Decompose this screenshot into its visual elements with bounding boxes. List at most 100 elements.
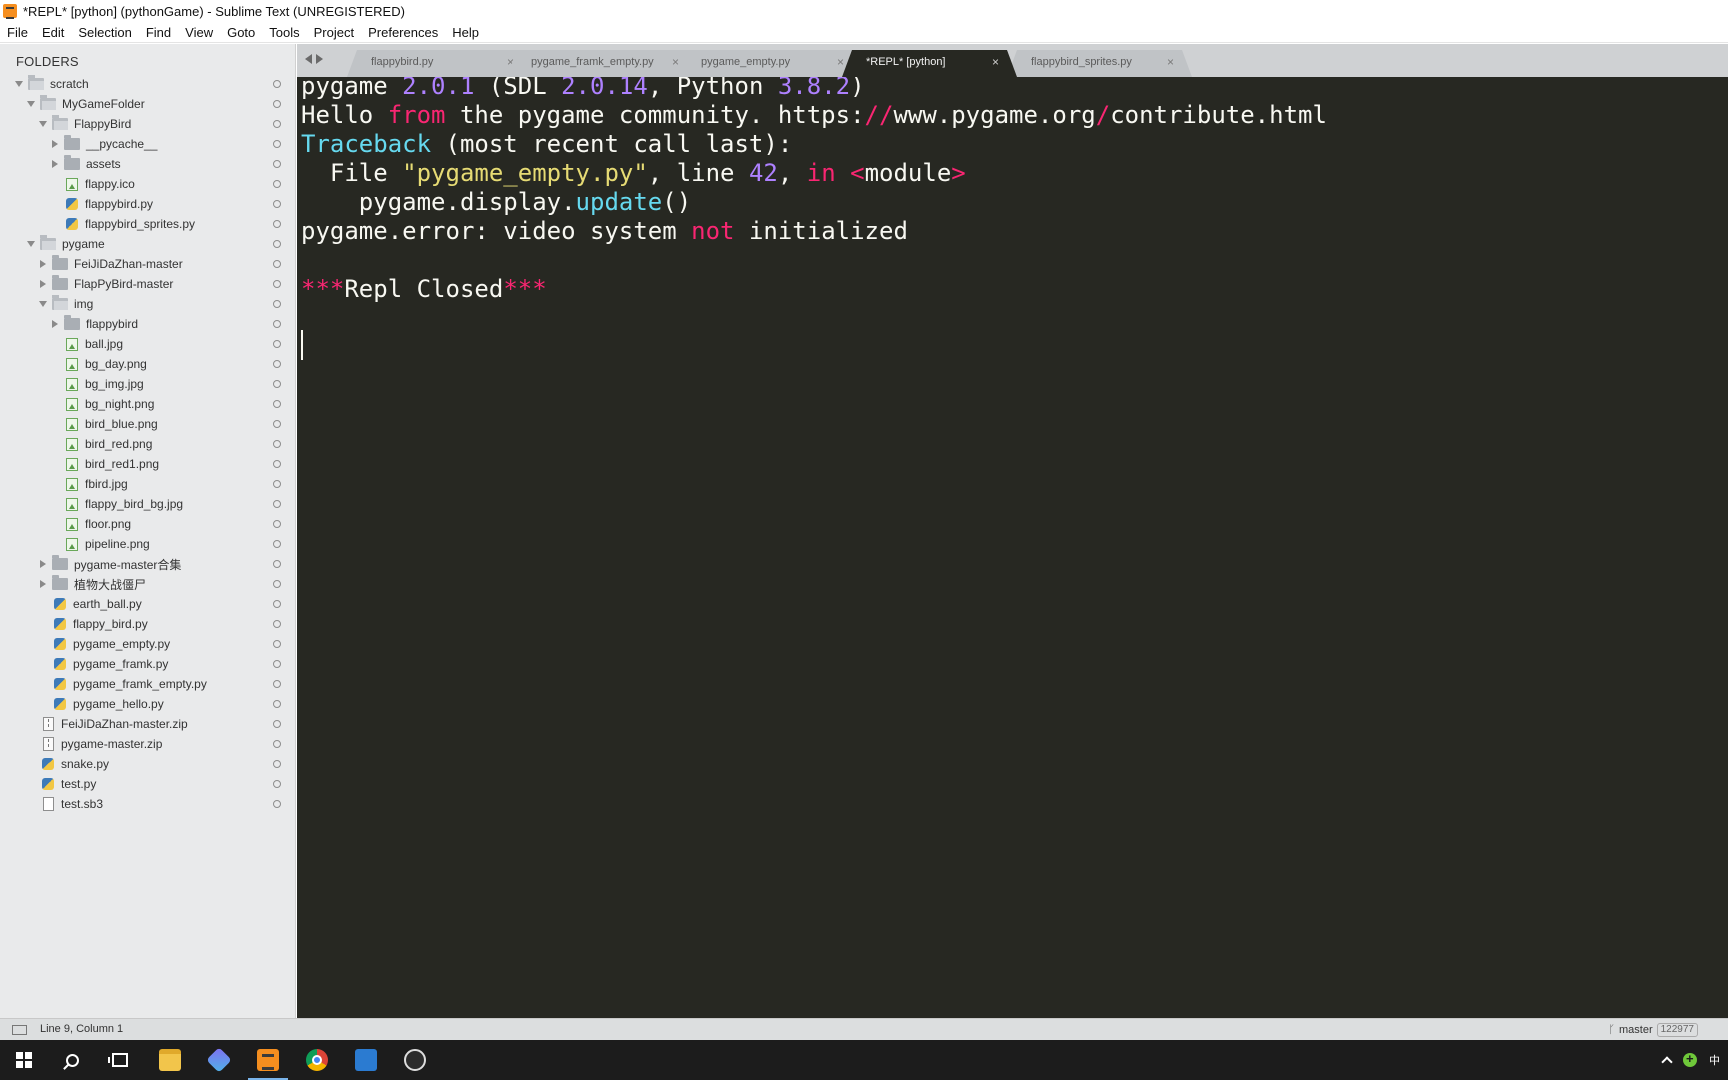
menu-project[interactable]: Project xyxy=(307,22,361,43)
sidebar-item-pygame[interactable]: pygame xyxy=(0,234,295,254)
chevron-right-icon[interactable] xyxy=(50,159,60,169)
sidebar-item-pygame-framk-empty-py[interactable]: pygame_framk_empty.py xyxy=(0,674,295,694)
close-folder-circle-icon[interactable] xyxy=(273,180,281,188)
close-folder-circle-icon[interactable] xyxy=(273,140,281,148)
obs-button[interactable] xyxy=(391,1040,439,1080)
chevron-right-icon[interactable] xyxy=(50,319,60,329)
sidebar-item-flappybird-sprites-py[interactable]: flappybird_sprites.py xyxy=(0,214,295,234)
sidebar-item-flappy-bird-py[interactable]: flappy_bird.py xyxy=(0,614,295,634)
chevron-down-icon[interactable] xyxy=(14,79,24,89)
git-branch-status[interactable]: ᚴ master 122977 xyxy=(1608,1023,1698,1037)
file-explorer-button[interactable] xyxy=(146,1040,194,1080)
sidebar-item-test-sb3[interactable]: test.sb3 xyxy=(0,794,295,814)
close-folder-circle-icon[interactable] xyxy=(273,580,281,588)
menu-tools[interactable]: Tools xyxy=(262,22,306,43)
sidebar-item-flappy-ico[interactable]: flappy.ico xyxy=(0,174,295,194)
close-folder-circle-icon[interactable] xyxy=(273,220,281,228)
chevron-down-icon[interactable] xyxy=(26,239,36,249)
sidebar-item-pygame-empty-py[interactable]: pygame_empty.py xyxy=(0,634,295,654)
tab-pygame-empty-py[interactable]: pygame_empty.py × xyxy=(677,50,862,77)
close-folder-circle-icon[interactable] xyxy=(273,240,281,248)
sidebar-item-feijidazhan-master-zip[interactable]: FeiJiDaZhan-master.zip xyxy=(0,714,295,734)
menu-selection[interactable]: Selection xyxy=(71,22,138,43)
close-folder-circle-icon[interactable] xyxy=(273,80,281,88)
sidebar-item-snake-py[interactable]: snake.py xyxy=(0,754,295,774)
close-folder-circle-icon[interactable] xyxy=(273,100,281,108)
sidebar-item-pycache[interactable]: __pycache__ xyxy=(0,134,295,154)
sublime-text-taskbar-button[interactable] xyxy=(244,1040,292,1080)
repl-editor[interactable]: pygame 2.0.1 (SDL 2.0.14, Python 3.8.2) H… xyxy=(297,72,1728,1018)
sidebar-item-flappybird[interactable]: FlappyBird xyxy=(0,114,295,134)
menu-find[interactable]: Find xyxy=(139,22,178,43)
close-icon[interactable]: × xyxy=(837,55,844,69)
close-folder-circle-icon[interactable] xyxy=(273,680,281,688)
menu-edit[interactable]: Edit xyxy=(35,22,71,43)
close-folder-circle-icon[interactable] xyxy=(273,340,281,348)
sidebar-item-pygame-master[interactable]: pygame-master合集 xyxy=(0,554,295,574)
sidebar-item-ball-jpg[interactable]: ball.jpg xyxy=(0,334,295,354)
sidebar-item-pygame-hello-py[interactable]: pygame_hello.py xyxy=(0,694,295,714)
chevron-right-icon[interactable] xyxy=(38,259,48,269)
sidebar-item-bird-blue-png[interactable]: bird_blue.png xyxy=(0,414,295,434)
sidebar-item-assets[interactable]: assets xyxy=(0,154,295,174)
sidebar-item-flappybird-py[interactable]: flappybird.py xyxy=(0,194,295,214)
chrome-button[interactable] xyxy=(293,1040,341,1080)
close-folder-circle-icon[interactable] xyxy=(273,440,281,448)
close-folder-circle-icon[interactable] xyxy=(273,160,281,168)
menu-help[interactable]: Help xyxy=(445,22,486,43)
chevron-down-icon[interactable] xyxy=(38,119,48,129)
close-folder-circle-icon[interactable] xyxy=(273,280,281,288)
sidebar-item-flappybird-master[interactable]: FlapPyBird-master xyxy=(0,274,295,294)
tab-flappybird-py[interactable]: flappybird.py × xyxy=(347,50,532,77)
close-folder-circle-icon[interactable] xyxy=(273,480,281,488)
sidebar-item-bg-img-jpg[interactable]: bg_img.jpg xyxy=(0,374,295,394)
close-folder-circle-icon[interactable] xyxy=(273,320,281,328)
input-method-indicator[interactable]: 中 xyxy=(1709,1052,1720,1068)
close-folder-circle-icon[interactable] xyxy=(273,760,281,768)
close-folder-circle-icon[interactable] xyxy=(273,380,281,388)
marktext-button[interactable] xyxy=(195,1040,243,1080)
close-folder-circle-icon[interactable] xyxy=(273,460,281,468)
vscode-button[interactable] xyxy=(342,1040,390,1080)
sidebar-item-bg-night-png[interactable]: bg_night.png xyxy=(0,394,295,414)
chevron-right-icon[interactable] xyxy=(38,579,48,589)
sidebar-item-pygame-master-zip[interactable]: pygame-master.zip xyxy=(0,734,295,754)
close-folder-circle-icon[interactable] xyxy=(273,740,281,748)
menu-file[interactable]: File xyxy=(0,22,35,43)
show-hidden-icons-icon[interactable] xyxy=(1661,1056,1673,1068)
menu-preferences[interactable]: Preferences xyxy=(361,22,445,43)
sidebar-item-bird-red1-png[interactable]: bird_red1.png xyxy=(0,454,295,474)
close-folder-circle-icon[interactable] xyxy=(273,500,281,508)
sidebar-item-earth-ball-py[interactable]: earth_ball.py xyxy=(0,594,295,614)
close-folder-circle-icon[interactable] xyxy=(273,300,281,308)
tab-pygame-framk-empty-py[interactable]: pygame_framk_empty.py × xyxy=(507,50,697,77)
panel-toggle-icon[interactable] xyxy=(12,1025,27,1035)
chevron-down-icon[interactable] xyxy=(38,299,48,309)
sidebar-item-flappy-bird-bg-jpg[interactable]: flappy_bird_bg.jpg xyxy=(0,494,295,514)
close-folder-circle-icon[interactable] xyxy=(273,120,281,128)
sidebar-item-feijidazhan-master[interactable]: FeiJiDaZhan-master xyxy=(0,254,295,274)
close-folder-circle-icon[interactable] xyxy=(273,400,281,408)
tray-app-icon[interactable] xyxy=(1683,1051,1697,1067)
close-icon[interactable]: × xyxy=(672,55,679,69)
close-folder-circle-icon[interactable] xyxy=(273,640,281,648)
tab-flappybird-sprites-py[interactable]: flappybird_sprites.py × xyxy=(1007,50,1192,77)
sidebar-item-pygame-framk-py[interactable]: pygame_framk.py xyxy=(0,654,295,674)
sidebar-item-scratch[interactable]: scratch xyxy=(0,74,295,94)
search-button[interactable] xyxy=(48,1040,96,1080)
close-folder-circle-icon[interactable] xyxy=(273,720,281,728)
menu-goto[interactable]: Goto xyxy=(220,22,262,43)
tab-scroll-right-icon[interactable] xyxy=(316,54,323,64)
close-folder-circle-icon[interactable] xyxy=(273,200,281,208)
chevron-right-icon[interactable] xyxy=(38,279,48,289)
close-icon[interactable]: × xyxy=(992,55,999,69)
close-folder-circle-icon[interactable] xyxy=(273,560,281,568)
chevron-right-icon[interactable] xyxy=(38,559,48,569)
close-icon[interactable]: × xyxy=(1167,55,1174,69)
tab-repl-python[interactable]: *REPL* [python] × xyxy=(842,50,1017,77)
close-folder-circle-icon[interactable] xyxy=(273,780,281,788)
sidebar-item-pipeline-png[interactable]: pipeline.png xyxy=(0,534,295,554)
close-folder-circle-icon[interactable] xyxy=(273,540,281,548)
sidebar-item-floor-png[interactable]: floor.png xyxy=(0,514,295,534)
close-folder-circle-icon[interactable] xyxy=(273,700,281,708)
